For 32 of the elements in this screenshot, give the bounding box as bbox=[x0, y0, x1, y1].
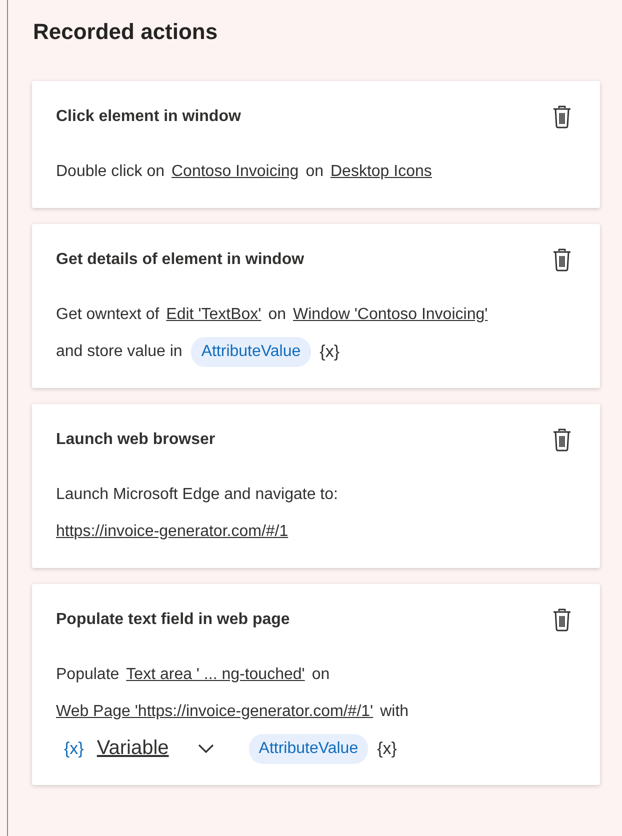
parameter-link[interactable]: Web Page 'https://invoice-generator.com/#/1' bbox=[56, 702, 374, 720]
parameter-link[interactable]: Text area ' ... ng-touched' bbox=[126, 666, 305, 684]
description-text: Launch Microsoft Edge and navigate to: bbox=[56, 486, 338, 504]
panel-title: Recorded actions bbox=[33, 18, 219, 46]
parameter-link[interactable]: Desktop Icons bbox=[330, 162, 432, 180]
parameter-link[interactable]: Edit 'TextBox' bbox=[166, 306, 262, 324]
description-text: and store value in bbox=[56, 342, 182, 360]
delete-icon[interactable] bbox=[552, 428, 572, 452]
parameter-link[interactable]: Window 'Contoso Invoicing' bbox=[293, 306, 488, 324]
variable-picker[interactable]: {x} bbox=[64, 738, 84, 758]
action-title: Click element in window bbox=[56, 108, 241, 126]
mode-dropdown[interactable]: Variable bbox=[96, 737, 169, 760]
description-text: on bbox=[306, 162, 324, 180]
variable-picker[interactable]: {x} bbox=[377, 738, 397, 758]
description-text: on bbox=[312, 666, 330, 684]
description-text: on bbox=[268, 306, 286, 324]
description-text: Populate bbox=[56, 666, 120, 684]
parameter-link[interactable]: https://invoice-generator.com/#/1 bbox=[56, 522, 288, 540]
delete-icon[interactable] bbox=[552, 608, 572, 632]
variable-token[interactable]: AttributeValue bbox=[191, 336, 311, 366]
action-title: Populate text field in web page bbox=[56, 611, 290, 629]
delete-icon[interactable] bbox=[552, 248, 572, 272]
delete-icon[interactable] bbox=[552, 105, 572, 129]
action-title: Get details of element in window bbox=[56, 251, 304, 269]
variable-picker[interactable]: {x} bbox=[320, 342, 340, 362]
description-text: with bbox=[380, 702, 409, 720]
action-title: Launch web browser bbox=[56, 431, 216, 449]
parameter-link[interactable]: Contoso Invoicing bbox=[172, 162, 299, 180]
description-text: Double click on bbox=[56, 162, 164, 180]
chevron-down-icon[interactable] bbox=[198, 744, 214, 754]
variable-token[interactable]: AttributeValue bbox=[248, 734, 368, 764]
description-text: Get owntext of bbox=[56, 306, 160, 324]
